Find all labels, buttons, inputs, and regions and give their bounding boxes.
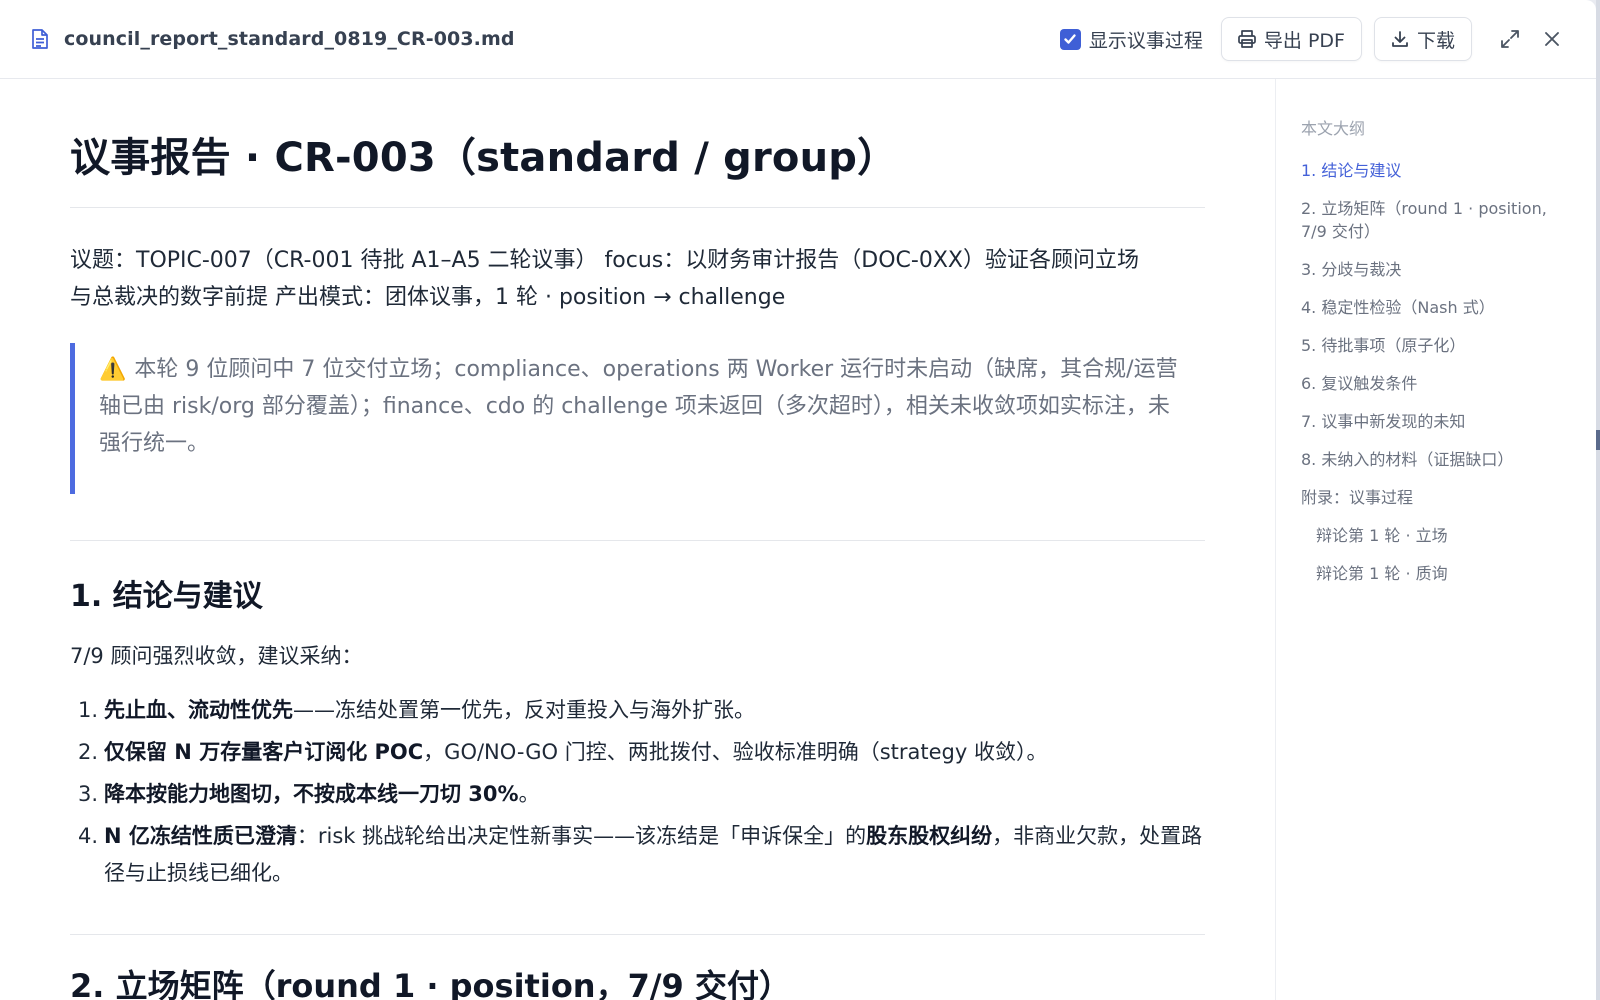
printer-icon — [1236, 28, 1258, 50]
notice-text: 本轮 9 位顾问中 7 位交付立场；compliance、operations … — [99, 357, 1178, 456]
notice-blockquote: ⚠️ 本轮 9 位顾问中 7 位交付立场；compliance、operation… — [70, 343, 1205, 494]
outline-item-debate-challenge[interactable]: 辩论第 1 轮 · 质询 — [1301, 562, 1576, 585]
outline-item-evidence-gaps[interactable]: 8. 未纳入的材料（证据缺口） — [1301, 448, 1576, 471]
list-item: 2. 仅保留 N 万存量客户订阅化 POC，GO/NO-GO 门控、两批拨付、验… — [78, 740, 1048, 764]
show-process-toggle[interactable]: 显示议事过程 — [1059, 26, 1203, 53]
outline-item-stability-check[interactable]: 4. 稳定性检验（Nash 式） — [1301, 296, 1576, 319]
download-label: 下载 — [1416, 29, 1455, 52]
meta-line-2: 与总裁决的数字前提 产出模式：团体议事，1 轮 · position → cha… — [70, 285, 786, 310]
section-2-heading: 2. 立场矩阵（round 1 · position，7/9 交付） — [70, 967, 791, 1000]
export-pdf-button[interactable]: 导出 PDF — [1220, 17, 1362, 61]
download-button[interactable]: 下载 — [1373, 17, 1472, 61]
outline-item-reconsideration[interactable]: 6. 复议触发条件 — [1301, 372, 1576, 395]
expand-icon[interactable] — [1494, 23, 1526, 55]
background-edge — [1596, 0, 1600, 1000]
header-actions: 显示议事过程 导出 PDF 下载 — [1059, 17, 1568, 61]
list-item: 4. N 亿冻结性质已澄清：risk 挑战轮给出决定性新事实——该冻结是「申诉保… — [78, 824, 1203, 885]
outline-item-debate-position[interactable]: 辩论第 1 轮 · 立场 — [1301, 524, 1576, 547]
outline-item-new-unknowns[interactable]: 7. 议事中新发现的未知 — [1301, 410, 1576, 433]
document-icon — [30, 27, 50, 51]
export-pdf-label: 导出 PDF — [1263, 29, 1345, 52]
show-process-label: 显示议事过程 — [1088, 29, 1203, 52]
list-item: 1. 先止血、流动性优先——冻结处置第一优先，反对重投入与海外扩张。 — [78, 698, 755, 722]
section-divider — [70, 540, 1205, 541]
outline-item-disagreements[interactable]: 3. 分歧与裁决 — [1301, 258, 1576, 281]
background-scroll-mark — [1596, 430, 1600, 450]
warning-icon: ⚠️ — [99, 357, 127, 382]
section-1-intro: 7/9 顾问强烈收敛，建议采纳： — [70, 644, 363, 668]
outline-title: 本文大纲 — [1301, 119, 1366, 138]
outline-item-position-matrix[interactable]: 2. 立场矩阵（round 1 · position, 7/9 交付） — [1301, 197, 1576, 243]
show-process-checkbox[interactable] — [1059, 28, 1081, 50]
close-icon[interactable] — [1536, 23, 1568, 55]
recommendation-list: 1. 先止血、流动性优先——冻结处置第一优先，反对重投入与海外扩张。 2. 仅保… — [70, 692, 1205, 892]
viewer-header: council_report_standard_0819_CR-003.md 显… — [0, 0, 1596, 79]
outline-item-pending-items[interactable]: 5. 待批事项（原子化） — [1301, 334, 1576, 357]
document-content[interactable]: 议事报告 · CR-003（standard / group） 议题：TOPIC… — [0, 79, 1275, 1000]
download-icon — [1389, 28, 1411, 50]
outline-item-appendix[interactable]: 附录：议事过程 — [1301, 486, 1576, 509]
list-item: 3. 降本按能力地图切，不按成本线一刀切 30%。 — [78, 782, 540, 806]
outline-item-conclusion[interactable]: 1. 结论与建议 — [1301, 159, 1576, 182]
file-name: council_report_standard_0819_CR-003.md — [64, 28, 515, 50]
document-title: 议事报告 · CR-003（standard / group） — [70, 125, 1205, 208]
document-meta: 议题：TOPIC-007（CR-001 待批 A1–A5 二轮议事） focus… — [70, 242, 1205, 316]
section-divider — [70, 934, 1205, 935]
section-1-heading: 1. 结论与建议 — [70, 579, 263, 614]
report-viewer-modal: council_report_standard_0819_CR-003.md 显… — [0, 0, 1596, 1000]
outline-sidebar: 本文大纲 1. 结论与建议 2. 立场矩阵（round 1 · position… — [1275, 79, 1596, 1000]
meta-line-1: 议题：TOPIC-007（CR-001 待批 A1–A5 二轮议事） focus… — [70, 248, 1139, 273]
